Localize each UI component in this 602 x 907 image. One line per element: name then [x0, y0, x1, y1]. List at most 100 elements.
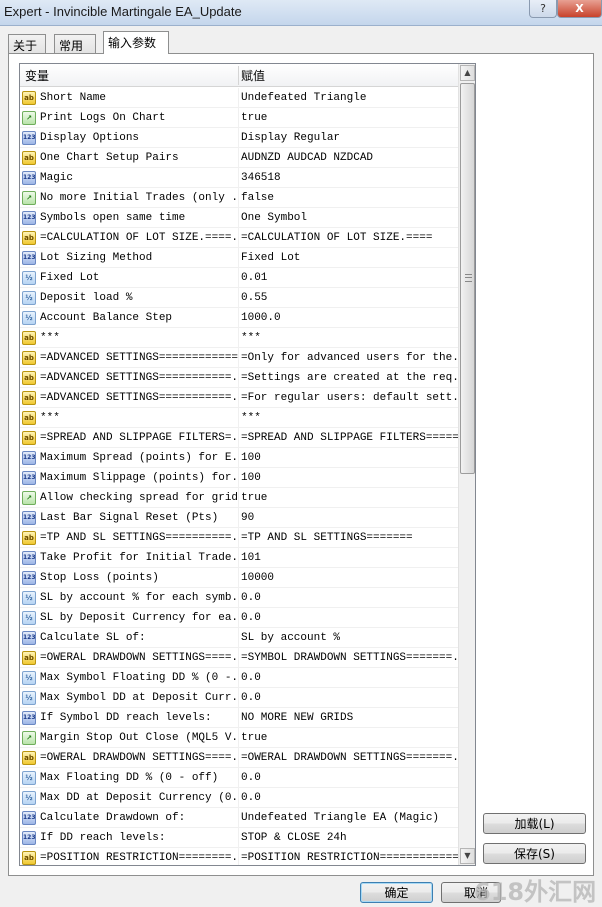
column-header-variable[interactable]: 变量 [25, 67, 49, 84]
table-row[interactable]: 123 Maximum Spread (points) for E... 100 [20, 448, 458, 468]
scroll-up-arrow-icon[interactable]: ▲ [460, 65, 475, 81]
value-cell[interactable]: 346518 [239, 168, 458, 187]
load-button[interactable]: 加载(L) [483, 813, 586, 834]
table-row[interactable]: ab One Chart Setup Pairs AUDNZD AUDCAD NZD… [20, 148, 458, 168]
ok-button[interactable]: 确定 [360, 882, 433, 903]
variable-name-cell: ab *** [20, 328, 239, 347]
value-cell[interactable]: SL by account % [239, 628, 458, 647]
variable-name: =TP AND SL SETTINGS==========... [40, 531, 239, 544]
save-button[interactable]: 保存(S) [483, 843, 586, 864]
value-cell[interactable]: Display Regular [239, 128, 458, 147]
table-row[interactable]: 123 Take Profit for Initial Trade... 101 [20, 548, 458, 568]
value-cell[interactable]: =POSITION RESTRICTION============== [239, 848, 458, 865]
table-row[interactable]: ab *** *** [20, 328, 458, 348]
table-row[interactable]: 123 Display Options Display Regular [20, 128, 458, 148]
value-cell[interactable]: =For regular users: default sett... [239, 388, 458, 407]
variable-name-cell: 123 Maximum Slippage (points) for... [20, 468, 239, 487]
table-row[interactable]: ab =POSITION RESTRICTION========... =POSIT… [20, 848, 458, 865]
tab-common[interactable]: 常用 [54, 34, 96, 53]
table-row[interactable]: 123 If Symbol DD reach levels: NO MORE NEW… [20, 708, 458, 728]
value-cell[interactable]: true [239, 728, 458, 747]
table-row[interactable]: 123 Stop Loss (points) 10000 [20, 568, 458, 588]
value-cell[interactable]: =Only for advanced users for the... [239, 348, 458, 367]
table-row[interactable]: ½ Max Symbol DD at Deposit Curr... 0.0 [20, 688, 458, 708]
value-cell[interactable]: 0.01 [239, 268, 458, 287]
table-row[interactable]: ½ Max DD at Deposit Currency (0... 0.0 [20, 788, 458, 808]
vertical-scrollbar[interactable]: ▲ ▼ [458, 64, 475, 865]
table-row[interactable]: ab =CALCULATION OF LOT SIZE.====... =CALCU… [20, 228, 458, 248]
close-button[interactable]: X [557, 0, 602, 18]
help-button[interactable]: ? [529, 0, 557, 18]
table-row[interactable]: ½ Account Balance Step 1000.0 [20, 308, 458, 328]
bool-type-icon: ↗ [22, 730, 36, 745]
value-cell[interactable]: 0.0 [239, 688, 458, 707]
value-cell[interactable]: =SYMBOL DRAWDOWN SETTINGS=======... [239, 648, 458, 667]
column-header-value[interactable]: 赋值 [241, 67, 265, 84]
table-row[interactable]: 123 Last Bar Signal Reset (Pts) 90 [20, 508, 458, 528]
table-row[interactable]: ½ Deposit load % 0.55 [20, 288, 458, 308]
table-row[interactable]: 123 Calculate Drawdown of: Undefeated Tria… [20, 808, 458, 828]
scroll-thumb[interactable] [460, 83, 475, 474]
table-row[interactable]: ab Short Name Undefeated Triangle [20, 88, 458, 108]
table-row[interactable]: ½ Max Floating DD % (0 - off) 0.0 [20, 768, 458, 788]
table-row[interactable]: ab =SPREAD AND SLIPPAGE FILTERS=... =SPREA… [20, 428, 458, 448]
value-cell[interactable]: One Symbol [239, 208, 458, 227]
table-row[interactable]: ab *** *** [20, 408, 458, 428]
value-cell[interactable]: true [239, 488, 458, 507]
value-cell[interactable]: Fixed Lot [239, 248, 458, 267]
table-row[interactable]: 123 Maximum Slippage (points) for... 100 [20, 468, 458, 488]
table-row[interactable]: ↗ Print Logs On Chart true [20, 108, 458, 128]
tab-about[interactable]: 关于 [8, 34, 46, 53]
table-row[interactable]: ½ Fixed Lot 0.01 [20, 268, 458, 288]
value-cell[interactable]: 0.0 [239, 668, 458, 687]
table-row[interactable]: ab =ADVANCED SETTINGS===========... =Setti… [20, 368, 458, 388]
value-cell[interactable]: 0.0 [239, 588, 458, 607]
value-cell[interactable]: *** [239, 408, 458, 427]
value-cell[interactable]: AUDNZD AUDCAD NZDCAD [239, 148, 458, 167]
table-row[interactable]: ab =OWERAL DRAWDOWN SETTINGS====... =OWERA… [20, 748, 458, 768]
value-cell[interactable]: 1000.0 [239, 308, 458, 327]
value-cell[interactable]: 100 [239, 468, 458, 487]
value-cell[interactable]: =CALCULATION OF LOT SIZE.==== [239, 228, 458, 247]
table-row[interactable]: ab =ADVANCED SETTINGS===========... =For r… [20, 388, 458, 408]
column-divider[interactable] [238, 66, 239, 85]
string-type-icon: ab [22, 850, 36, 865]
table-row[interactable]: 123 Calculate SL of: SL by account % [20, 628, 458, 648]
table-row[interactable]: ab =TP AND SL SETTINGS==========... =TP AN… [20, 528, 458, 548]
value-cell[interactable]: Undefeated Triangle [239, 88, 458, 107]
table-row[interactable]: ab =OWERAL DRAWDOWN SETTINGS====... =SYMBO… [20, 648, 458, 668]
value-cell[interactable]: =TP AND SL SETTINGS======= [239, 528, 458, 547]
value-cell[interactable]: NO MORE NEW GRIDS [239, 708, 458, 727]
table-row[interactable]: ½ SL by account % for each symb... 0.0 [20, 588, 458, 608]
value-cell[interactable]: 100 [239, 448, 458, 467]
table-row[interactable]: ½ Max Symbol Floating DD % (0 -... 0.0 [20, 668, 458, 688]
value-cell[interactable]: false [239, 188, 458, 207]
value-cell[interactable]: 10000 [239, 568, 458, 587]
table-row[interactable]: 123 Lot Sizing Method Fixed Lot [20, 248, 458, 268]
value-cell[interactable]: =OWERAL DRAWDOWN SETTINGS=======... [239, 748, 458, 767]
variable-name: Display Options [40, 131, 140, 144]
table-row[interactable]: ↗ Margin Stop Out Close (MQL5 V... true [20, 728, 458, 748]
value-cell[interactable]: *** [239, 328, 458, 347]
table-row[interactable]: ↗ Allow checking spread for grid true [20, 488, 458, 508]
table-row[interactable]: 123 Magic 346518 [20, 168, 458, 188]
value-cell[interactable]: STOP & CLOSE 24h [239, 828, 458, 847]
value-cell[interactable]: Undefeated Triangle EA (Magic) [239, 808, 458, 827]
enum-type-icon: 123 [22, 550, 36, 565]
value-cell[interactable]: true [239, 108, 458, 127]
value-cell[interactable]: 0.55 [239, 288, 458, 307]
table-row[interactable]: ½ SL by Deposit Currency for ea... 0.0 [20, 608, 458, 628]
scroll-down-arrow-icon[interactable]: ▼ [460, 848, 475, 864]
value-cell[interactable]: 0.0 [239, 788, 458, 807]
value-cell[interactable]: 90 [239, 508, 458, 527]
table-row[interactable]: 123 Symbols open same time One Symbol [20, 208, 458, 228]
value-cell[interactable]: =SPREAD AND SLIPPAGE FILTERS======= [239, 428, 458, 447]
table-row[interactable]: ab =ADVANCED SETTINGS============== =Only … [20, 348, 458, 368]
table-row[interactable]: 123 If DD reach levels: STOP & CLOSE 24h [20, 828, 458, 848]
value-cell[interactable]: =Settings are created at the req... [239, 368, 458, 387]
table-row[interactable]: ↗ No more Initial Trades (only ... false [20, 188, 458, 208]
value-cell[interactable]: 101 [239, 548, 458, 567]
value-cell[interactable]: 0.0 [239, 608, 458, 627]
tab-inputs[interactable]: 输入参数 [103, 31, 169, 54]
value-cell[interactable]: 0.0 [239, 768, 458, 787]
